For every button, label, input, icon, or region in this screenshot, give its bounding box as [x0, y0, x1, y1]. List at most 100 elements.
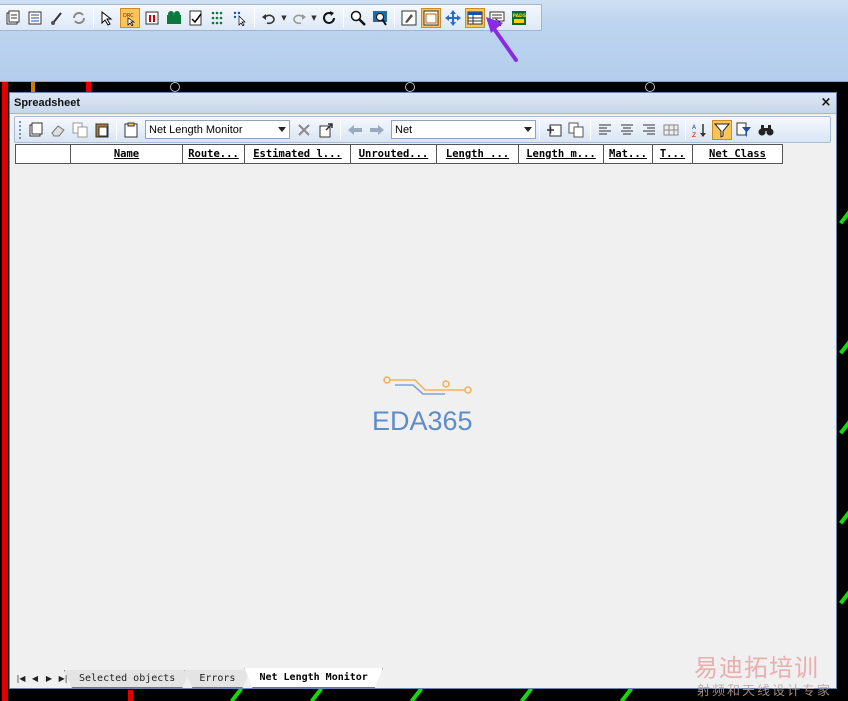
ss-copy-button[interactable]: [70, 120, 90, 140]
pcb-trace: [520, 687, 534, 701]
ss-sort-button[interactable]: AZ: [690, 120, 710, 140]
ss-find-button[interactable]: [756, 120, 776, 140]
dots-icon: [211, 11, 223, 24]
select-icon: [101, 10, 113, 26]
ss-align-right-button[interactable]: [639, 120, 659, 140]
column-header-length[interactable]: Length ...: [437, 145, 519, 163]
align-center-icon: [621, 124, 633, 134]
properties-icon: [29, 122, 43, 136]
pcb-trace: [230, 687, 244, 701]
top-toolbar-area: DRC ▼ ▼ PADS: [0, 0, 848, 82]
rotate-icon: [323, 10, 335, 24]
copy-icon: [72, 122, 88, 137]
rotate-button[interactable]: [319, 8, 339, 28]
view-select[interactable]: Net Length Monitor: [145, 120, 290, 139]
ss-filter-select-button[interactable]: [734, 120, 754, 140]
arrow-right-icon: [370, 124, 384, 135]
ss-filter-button[interactable]: [712, 119, 732, 140]
list-icon: [28, 11, 42, 24]
binoculars-icon: [758, 124, 774, 135]
main-toolbar: DRC ▼ ▼ PADS: [0, 4, 542, 31]
ss-eraser-button[interactable]: [48, 120, 68, 140]
pcb-canvas-left: [0, 82, 9, 701]
column-header-estimated-length[interactable]: Estimated l...: [245, 145, 351, 163]
list-button[interactable]: [25, 8, 45, 28]
pcb-trace: [310, 687, 324, 701]
undo-icon: [262, 13, 275, 24]
watermark-text: EDA365: [372, 406, 473, 436]
ss-export-button[interactable]: [316, 120, 336, 140]
select-button[interactable]: [98, 8, 118, 28]
pcb-edit-button[interactable]: [399, 8, 419, 28]
column-header-net-class[interactable]: Net Class: [693, 145, 782, 163]
spreadsheet-grid[interactable]: Name Route... Estimated l... Unrouted...…: [15, 144, 831, 662]
move-button[interactable]: [443, 8, 463, 28]
spreadsheet-toolbar: Net Length Monitor Net A Z: [14, 116, 831, 143]
properties-button[interactable]: [3, 8, 23, 28]
undo-button[interactable]: [259, 8, 279, 28]
spreadsheet-button[interactable]: [465, 7, 485, 28]
column-header-selector[interactable]: [16, 145, 71, 163]
move-icon: [445, 9, 461, 26]
column-header-unrouted[interactable]: Unrouted...: [351, 145, 437, 163]
tab-net-length-monitor[interactable]: Net Length Monitor: [244, 668, 382, 688]
column-header-route[interactable]: Route...: [183, 145, 245, 163]
pcb-canvas-right: [837, 82, 848, 701]
ss-align-left-button[interactable]: [595, 120, 615, 140]
pcb-trace: [839, 509, 848, 525]
cursor-filter-icon: [233, 11, 246, 26]
route-button[interactable]: [164, 8, 184, 28]
brush-button[interactable]: [47, 8, 67, 28]
zoom-button[interactable]: [348, 8, 368, 28]
zoom-icon: [350, 10, 366, 26]
checklist-button[interactable]: [186, 8, 206, 28]
cursor-filter-button[interactable]: [230, 8, 250, 28]
spreadsheet-window: Spreadsheet × Net Length Monitor Net A Z…: [9, 92, 837, 689]
add-row-icon: [547, 124, 562, 136]
drc-icon: DRC: [123, 13, 136, 26]
refresh-button[interactable]: [69, 8, 89, 28]
column-header-match[interactable]: Mat...: [604, 145, 653, 163]
ss-back-button[interactable]: [345, 120, 365, 140]
spreadsheet-icon: [467, 11, 483, 24]
window-button[interactable]: [421, 7, 441, 28]
ss-properties-button[interactable]: [26, 120, 46, 140]
redo-dropdown[interactable]: ▼: [310, 8, 318, 28]
pcb-trace: [86, 82, 91, 92]
first-tab-icon[interactable]: |◀: [14, 670, 28, 686]
undo-dropdown[interactable]: ▼: [280, 8, 288, 28]
tab-selected-objects[interactable]: Selected objects: [64, 670, 190, 688]
next-tab-icon[interactable]: ▶: [42, 670, 56, 686]
toolbar-separator: [340, 119, 341, 140]
pcb-trace: [839, 209, 848, 225]
zoom-window-button[interactable]: [370, 8, 390, 28]
redo-button[interactable]: [289, 8, 309, 28]
close-icon[interactable]: ×: [818, 95, 834, 111]
prev-tab-icon[interactable]: ◀: [28, 670, 42, 686]
ss-add-row-button[interactable]: [544, 120, 564, 140]
ss-forward-button[interactable]: [367, 120, 387, 140]
toolbar-separator: [254, 7, 255, 28]
pcb-via: [645, 82, 655, 92]
corner-watermark-subtitle: 射频和天线设计专家: [697, 684, 833, 699]
type-select[interactable]: Net: [391, 120, 536, 139]
ss-delete-button[interactable]: [294, 120, 314, 140]
ss-grid-button[interactable]: [661, 120, 681, 140]
ss-copy-rows-button[interactable]: [566, 120, 586, 140]
sort-icon: AZ: [692, 123, 706, 138]
tab-errors[interactable]: Errors: [184, 670, 250, 688]
drc-button[interactable]: DRC: [120, 7, 140, 28]
column-header-length-max[interactable]: Length m...: [519, 145, 604, 163]
ss-paste-button[interactable]: [92, 120, 112, 140]
toolbar-separator: [343, 7, 344, 28]
component-button[interactable]: [142, 8, 162, 28]
filter-select-icon: [736, 122, 751, 137]
column-header-type[interactable]: T...: [653, 145, 693, 163]
column-header-name[interactable]: Name: [71, 145, 183, 163]
dots-button[interactable]: [208, 8, 228, 28]
ss-align-center-button[interactable]: [617, 120, 637, 140]
toolbar-grip[interactable]: [19, 120, 22, 139]
export-icon: [319, 122, 333, 137]
ss-view-button[interactable]: [121, 120, 141, 140]
corner-watermark: 易迪拓培训: [694, 654, 819, 682]
